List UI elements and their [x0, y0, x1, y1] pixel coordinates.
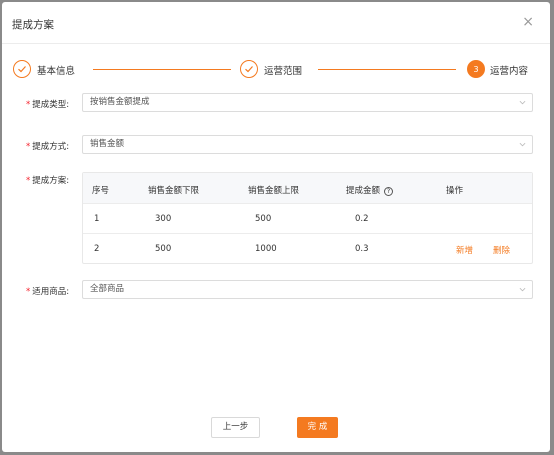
step-2-label: 运营范围 [264, 66, 303, 77]
chevron-down-icon [519, 142, 526, 147]
question-circle-icon[interactable]: ? [384, 187, 394, 196]
commission-method-select[interactable]: 销售金额 [82, 135, 533, 154]
row-1-amount: 0.2 [355, 214, 369, 224]
commission-type-label: * 提成类型: [26, 100, 70, 110]
commission-method-value: 销售金额 [90, 139, 125, 149]
header-lower-limit: 销售金额下限 [148, 186, 200, 196]
step-3-number: 3 [467, 60, 485, 78]
row-2-lower: 500 [155, 244, 172, 254]
applicable-goods-select[interactable]: 全部商品 [82, 280, 533, 299]
add-row-link[interactable]: 新增 [456, 244, 473, 256]
commission-plan-table: 序号 销售金额下限 销售金额上限 提成金额? 操作 1 300 500 0.2 … [82, 172, 533, 264]
dialog-header: 提成方案 × [2, 2, 550, 44]
row-1-upper: 500 [255, 214, 272, 224]
step-1-label: 基本信息 [37, 66, 76, 77]
step-3-label: 运营内容 [490, 66, 529, 77]
step-1-check-icon [13, 60, 31, 78]
applicable-goods-label: * 适用商品: [26, 287, 70, 297]
commission-method-label: * 提成方式: [26, 142, 70, 152]
row-1-index: 1 [94, 214, 100, 224]
header-index: 序号 [92, 186, 110, 196]
row-2-amount: 0.3 [355, 244, 369, 254]
commission-type-select[interactable]: 按销售金额提成 [82, 93, 533, 112]
delete-row-link[interactable]: 删除 [493, 244, 510, 256]
step-connector-1 [93, 69, 231, 70]
dialog-title: 提成方案 [12, 19, 54, 31]
applicable-goods-value: 全部商品 [90, 284, 125, 294]
prev-step-button[interactable]: 上一步 [211, 417, 260, 438]
header-amount: 提成金额? [346, 184, 394, 196]
commission-plan-dialog: 提成方案 × 基本信息 运营范围 3 运营内容 * 提成类型: 按销售金额提成 *… [2, 2, 550, 452]
row-2-index: 2 [94, 244, 100, 254]
row-1-lower: 300 [155, 214, 172, 224]
chevron-down-icon [519, 100, 526, 105]
commission-type-value: 按销售金额提成 [90, 97, 150, 107]
step-connector-2 [318, 69, 456, 70]
commission-plan-label: * 提成方案: [26, 176, 70, 186]
header-upper-limit: 销售金额上限 [248, 186, 300, 196]
row-2-upper: 1000 [255, 244, 277, 254]
header-actions: 操作 [446, 186, 464, 196]
close-icon[interactable]: × [522, 15, 534, 29]
chevron-down-icon [519, 287, 526, 292]
finish-button[interactable]: 完 成 [297, 417, 338, 438]
step-2-check-icon [240, 60, 258, 78]
